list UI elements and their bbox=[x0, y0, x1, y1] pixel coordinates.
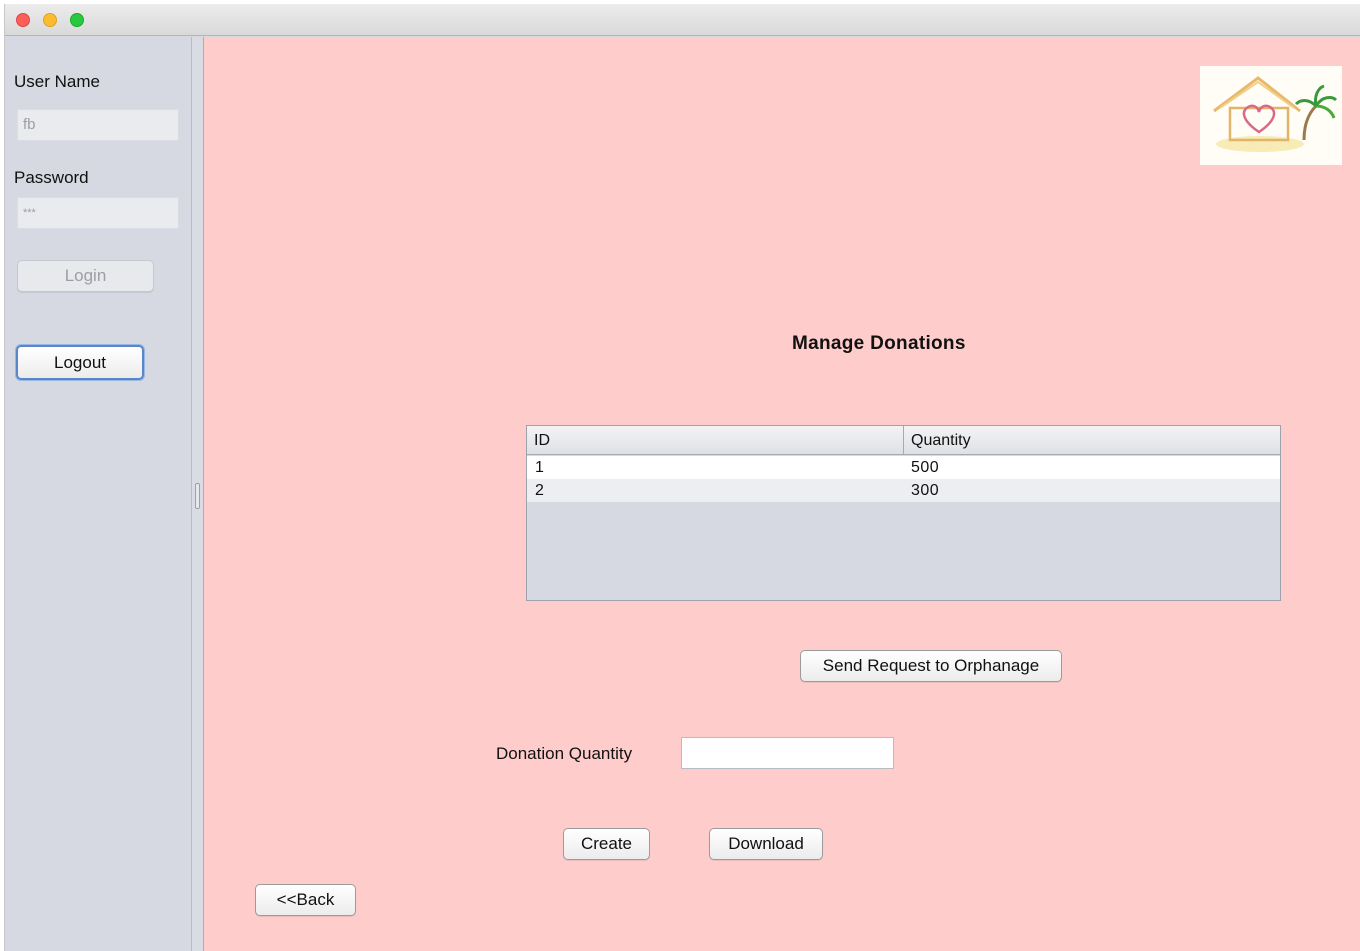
donation-quantity-input[interactable] bbox=[681, 737, 894, 769]
download-button[interactable]: Download bbox=[709, 828, 823, 860]
cell-id: 2 bbox=[535, 482, 544, 499]
donations-table[interactable]: ID Quantity 1 500 2 300 bbox=[526, 425, 1281, 601]
table-header: ID Quantity bbox=[527, 426, 1280, 455]
cell-quantity: 300 bbox=[911, 482, 940, 499]
split-pane-divider[interactable] bbox=[191, 37, 204, 951]
send-request-button[interactable]: Send Request to Orphanage bbox=[800, 650, 1062, 682]
password-label: Password bbox=[14, 168, 89, 187]
login-sidebar: User Name fb Password *** Login Logout bbox=[5, 37, 191, 951]
orphanage-logo-icon bbox=[1200, 66, 1342, 165]
cell-id: 1 bbox=[535, 459, 544, 476]
maximize-window-button[interactable] bbox=[70, 13, 84, 27]
username-field[interactable]: fb bbox=[17, 109, 179, 141]
column-header-id[interactable]: ID bbox=[527, 426, 904, 455]
table-row[interactable]: 1 500 bbox=[527, 456, 1280, 479]
login-button[interactable]: Login bbox=[17, 260, 154, 292]
minimize-window-button[interactable] bbox=[43, 13, 57, 27]
app-window: User Name fb Password *** Login Logout M… bbox=[4, 4, 1360, 951]
divider-grip-handle[interactable] bbox=[195, 483, 200, 509]
column-header-quantity[interactable]: Quantity bbox=[904, 426, 1281, 455]
table-row[interactable]: 2 300 bbox=[527, 479, 1280, 502]
cell-quantity: 500 bbox=[911, 459, 940, 476]
title-bar bbox=[5, 4, 1360, 36]
page-title: Manage Donations bbox=[792, 333, 966, 354]
logout-button[interactable]: Logout bbox=[16, 345, 144, 380]
create-button[interactable]: Create bbox=[563, 828, 650, 860]
close-window-button[interactable] bbox=[16, 13, 30, 27]
username-label: User Name bbox=[14, 72, 100, 91]
donation-quantity-label: Donation Quantity bbox=[496, 744, 633, 763]
back-button[interactable]: <<Back bbox=[255, 884, 356, 916]
password-field[interactable]: *** bbox=[17, 197, 179, 229]
manage-donations-panel: Manage Donations ID Quantity 1 500 2 300… bbox=[204, 37, 1360, 951]
